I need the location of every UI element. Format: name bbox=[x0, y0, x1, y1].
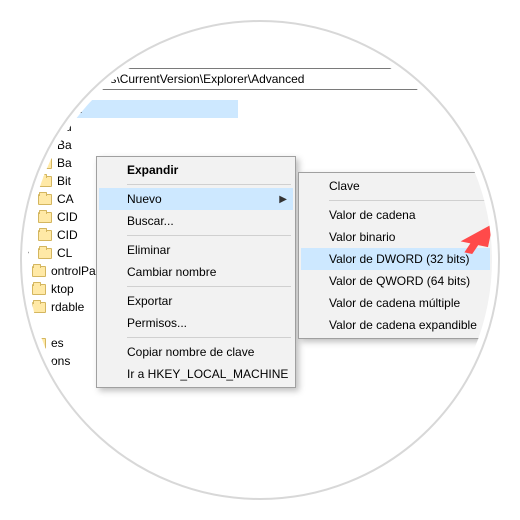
folder-icon bbox=[32, 302, 46, 313]
tree-label: CA bbox=[57, 190, 74, 208]
menu-label: Copiar nombre de clave bbox=[127, 345, 254, 359]
folder-icon bbox=[38, 212, 52, 223]
submenu-dword-value[interactable]: Valor de DWORD (32 bits) bbox=[301, 248, 490, 270]
tree-item[interactable]: › Ba bbox=[18, 136, 238, 154]
menu-label: Exportar bbox=[127, 294, 172, 308]
tree-label: ons bbox=[51, 352, 70, 370]
folder-icon bbox=[32, 284, 46, 295]
menu-separator bbox=[127, 184, 291, 185]
tree-label: ced bbox=[63, 100, 82, 118]
folder-icon bbox=[38, 248, 52, 259]
chevron-right-icon: › bbox=[26, 244, 36, 262]
menu-label: Valor de cadena bbox=[329, 208, 416, 222]
folder-icon bbox=[38, 140, 52, 151]
submenu-binary-value[interactable]: Valor binario bbox=[301, 226, 490, 248]
address-text: licrosoft\Windows\CurrentVersion\Explore… bbox=[23, 72, 304, 86]
tree-item-selected[interactable]: ced bbox=[36, 100, 238, 118]
menu-copy-key-name[interactable]: Copiar nombre de clave bbox=[99, 341, 293, 363]
menu-rename[interactable]: Cambiar nombre bbox=[99, 261, 293, 283]
menu-find[interactable]: Buscar... bbox=[99, 210, 293, 232]
address-bar[interactable]: licrosoft\Windows\CurrentVersion\Explore… bbox=[18, 68, 478, 90]
menu-go-to-hklm[interactable]: Ir a HKEY_LOCAL_MACHINE bbox=[99, 363, 293, 385]
address-bar-row: licrosoft\Windows\CurrentVersion\Explore… bbox=[18, 68, 478, 90]
tree-label: Au bbox=[57, 118, 72, 136]
tree-item[interactable]: › Au bbox=[18, 118, 238, 136]
folder-icon bbox=[38, 122, 52, 133]
submenu-new: Clave Valor de cadena Valor binario Valo… bbox=[298, 172, 493, 339]
regedit-window: licrosoft\Windows\CurrentVersion\Explore… bbox=[18, 40, 498, 480]
submenu-expandable-string-value[interactable]: Valor de cadena expandible bbox=[301, 314, 490, 336]
menu-label: Valor de DWORD (32 bits) bbox=[329, 252, 469, 266]
menu-export[interactable]: Exportar bbox=[99, 290, 293, 312]
tree-label: rdable bbox=[51, 298, 84, 316]
chevron-right-icon: › bbox=[20, 262, 30, 280]
chevron-right-icon: › bbox=[26, 118, 36, 136]
menu-separator bbox=[127, 235, 291, 236]
folder-icon bbox=[38, 158, 52, 169]
menu-label: Nuevo bbox=[127, 192, 162, 206]
menu-label: Expandir bbox=[127, 163, 178, 177]
chevron-right-icon: › bbox=[26, 208, 36, 226]
menu-label: Valor de cadena múltiple bbox=[329, 296, 460, 310]
menu-separator bbox=[127, 286, 291, 287]
folder-icon bbox=[38, 230, 52, 241]
menu-separator bbox=[329, 200, 488, 201]
tree-label: Ba bbox=[57, 136, 72, 154]
menu-label: Buscar... bbox=[127, 214, 174, 228]
folder-icon bbox=[32, 266, 46, 277]
menu-new[interactable]: Nuevo ▶ bbox=[99, 188, 293, 210]
menu-label: Valor de QWORD (64 bits) bbox=[329, 274, 470, 288]
menu-delete[interactable]: Eliminar bbox=[99, 239, 293, 261]
folder-icon bbox=[32, 356, 46, 367]
submenu-qword-value[interactable]: Valor de QWORD (64 bits) bbox=[301, 270, 490, 292]
menu-label: Valor de cadena expandible bbox=[329, 318, 477, 332]
folder-icon bbox=[38, 194, 52, 205]
tree-label: CL bbox=[57, 244, 72, 262]
menu-label: Clave bbox=[329, 179, 360, 193]
menu-label: Permisos... bbox=[127, 316, 187, 330]
menu-label: Eliminar bbox=[127, 243, 170, 257]
menu-expand[interactable]: Expandir bbox=[99, 159, 293, 181]
submenu-string-value[interactable]: Valor de cadena bbox=[301, 204, 490, 226]
submenu-multi-string-value[interactable]: Valor de cadena múltiple bbox=[301, 292, 490, 314]
tree-label: CID bbox=[57, 208, 78, 226]
chevron-right-icon: › bbox=[26, 172, 36, 190]
tree-label: CID bbox=[57, 226, 78, 244]
chevron-right-icon: › bbox=[20, 334, 30, 352]
menu-label: Valor binario bbox=[329, 230, 395, 244]
tree-label: es bbox=[51, 334, 64, 352]
folder-icon bbox=[44, 104, 58, 115]
tree-label: ktop bbox=[51, 280, 74, 298]
menu-permissions[interactable]: Permisos... bbox=[99, 312, 293, 334]
chevron-right-icon: › bbox=[26, 154, 36, 172]
menu-label: Cambiar nombre bbox=[127, 265, 216, 279]
chevron-right-icon: › bbox=[26, 226, 36, 244]
chevron-right-icon: › bbox=[26, 136, 36, 154]
tree-label: Bit bbox=[57, 172, 71, 190]
chevron-right-icon: › bbox=[20, 280, 30, 298]
folder-icon bbox=[38, 176, 52, 187]
context-menu: Expandir Nuevo ▶ Buscar... Eliminar Camb… bbox=[96, 156, 296, 388]
submenu-key[interactable]: Clave bbox=[301, 175, 490, 197]
menu-label: Ir a HKEY_LOCAL_MACHINE bbox=[127, 367, 288, 381]
menu-separator bbox=[127, 337, 291, 338]
chevron-right-icon: ▶ bbox=[279, 194, 287, 205]
tree-label: Ba bbox=[57, 154, 72, 172]
folder-icon bbox=[32, 338, 46, 349]
chevron-right-icon: › bbox=[20, 352, 30, 370]
